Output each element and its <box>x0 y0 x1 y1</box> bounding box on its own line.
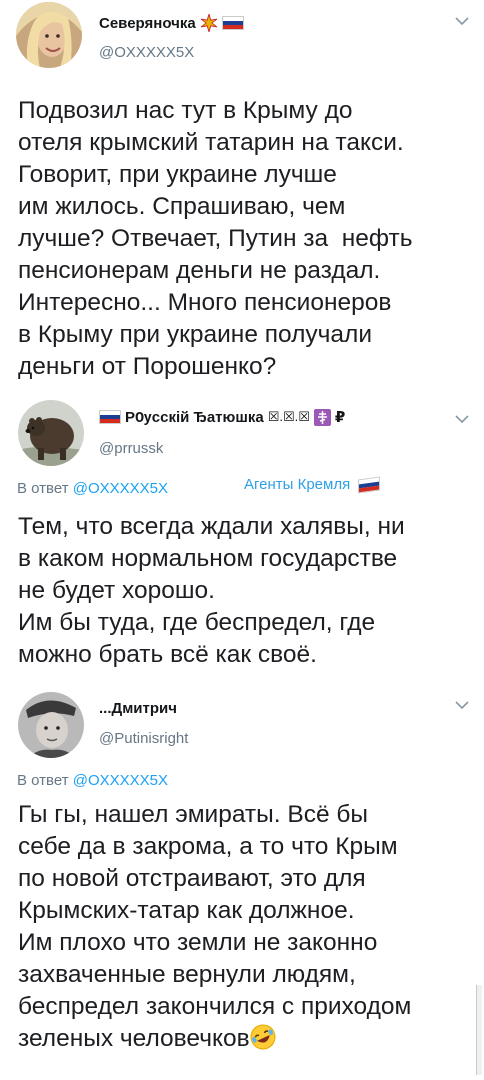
tweet-text: Подвозил нас тут в Крыму до отеля крымск… <box>18 97 413 380</box>
reply-context: В ответ @OXXXXX5X <box>17 480 169 497</box>
reply-tweet: ...Дмитрич @Putinisright В ответ @OXXXXX… <box>0 690 484 1080</box>
scrollbar[interactable] <box>476 985 482 1075</box>
reply-mention[interactable]: @OXXXXX5X <box>73 772 168 789</box>
tweet-text: Гы гы, нашел эмираты. Всё бы себе да в з… <box>18 801 412 1052</box>
rolling-on-floor-laughing-emoji <box>250 1024 276 1050</box>
tweet-text: Тем, что всегда ждали халявы, ни в каком… <box>18 513 405 668</box>
avatar[interactable] <box>18 692 84 758</box>
russia-flag-icon <box>358 476 381 494</box>
russia-flag-icon <box>99 410 121 424</box>
author-handle[interactable]: @OXXXXX5X <box>99 44 194 61</box>
author-name[interactable]: Северяночка <box>99 14 244 32</box>
main-tweet: Северяночка @OXXXXX5X Подвозил нас тут в… <box>0 0 484 400</box>
avatar[interactable] <box>18 400 84 466</box>
reply-mention[interactable]: @OXXXXX5X <box>73 480 168 497</box>
reply-tweet: РѸсскiй Ђатюшка ☒.☒.☒ ₽ @prrussk В ответ… <box>0 398 484 683</box>
chevron-down-icon[interactable] <box>455 16 469 26</box>
author-name[interactable]: РѸсскiй Ђатюшка ☒.☒.☒ ₽ <box>99 408 345 426</box>
reply-context: В ответ @OXXXXX5X <box>17 772 169 789</box>
author-handle[interactable]: @prrussk <box>99 440 163 457</box>
author-handle[interactable]: @Putinisright <box>99 730 188 747</box>
russia-flag-icon <box>221 16 244 30</box>
sparkle-icon <box>200 14 217 32</box>
author-name[interactable]: ...Дмитрич <box>99 700 177 717</box>
ruble-sign: ₽ <box>334 409 346 426</box>
avatar[interactable] <box>16 2 82 68</box>
bio-tag: Агенты Кремля <box>244 476 381 494</box>
chevron-down-icon[interactable] <box>455 700 469 710</box>
chevron-down-icon[interactable] <box>455 414 469 424</box>
orthodox-cross-icon <box>313 408 331 426</box>
